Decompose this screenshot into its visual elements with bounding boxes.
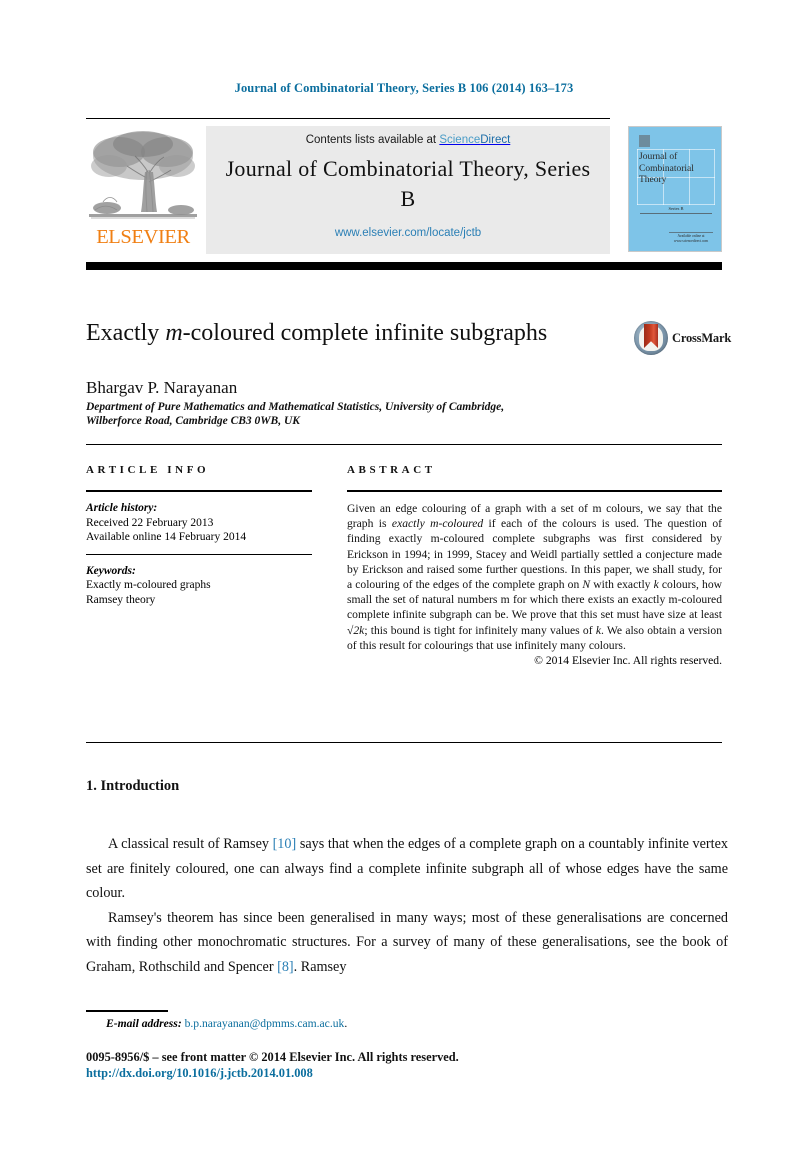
- article-history-received: Received 22 February 2013: [86, 516, 214, 529]
- keywords-label: Keywords:: [86, 564, 136, 577]
- citation-ref-8[interactable]: [8]: [277, 959, 294, 975]
- masthead-panel: Contents lists available at ScienceDirec…: [206, 126, 610, 254]
- email-link[interactable]: b.p.narayanan@dpmms.cam.ac.uk: [185, 1017, 345, 1030]
- abstract-part-3: with exactly: [590, 578, 654, 592]
- article-title: Exactly m-coloured complete infinite sub…: [86, 318, 606, 348]
- footnote-rule: [86, 1010, 168, 1012]
- cover-footer-divider: [669, 232, 713, 233]
- issn-copyright-line: 0095-8956/$ – see front matter © 2014 El…: [86, 1050, 459, 1064]
- abstract-emph-2: N: [582, 578, 591, 592]
- article-history-group: Article history: Received 22 February 20…: [86, 501, 312, 545]
- contents-prefix-text: Contents lists available at: [305, 134, 440, 146]
- elsevier-logo: ELSEVIER: [89, 126, 197, 252]
- abstract-part-5: ; this bound is tight for infinitely man…: [364, 623, 596, 637]
- crossmark-badge[interactable]: CrossMark: [634, 321, 731, 357]
- body-p2-text-b: . Ramsey: [293, 958, 347, 975]
- keyword-item-2: Ramsey theory: [86, 593, 156, 606]
- sciencedirect-link[interactable]: ScienceDirect: [439, 134, 510, 146]
- article-info-heading-rule: [86, 490, 312, 492]
- paper-page: Journal of Combinatorial Theory, Series …: [0, 0, 808, 1162]
- journal-cover-thumbnail: Journal of Combinatorial Theory Series B…: [628, 126, 722, 252]
- body-paragraph-1: A classical result of Ramsey [10] says t…: [86, 832, 728, 906]
- running-head: Journal of Combinatorial Theory, Series …: [234, 81, 574, 95]
- abstract-heading: ABSTRACT: [347, 464, 436, 476]
- article-history-online: Available online 14 February 2014: [86, 531, 247, 543]
- email-label: E-mail address:: [106, 1017, 182, 1030]
- footnote-email: E-mail address: b.p.narayanan@dpmms.cam.…: [106, 1017, 347, 1030]
- contents-available-line: Contents lists available at ScienceDirec…: [206, 134, 610, 146]
- section-heading-introduction: 1. Introduction: [86, 778, 180, 794]
- abstract-copyright: © 2014 Elsevier Inc. All rights reserved…: [534, 654, 722, 668]
- article-info-column: ARTICLE INFO Article history: Received 2…: [86, 464, 312, 607]
- keyword-item-1: Exactly m-coloured graphs: [86, 579, 211, 591]
- author-name: Bhargav P. Narayanan: [86, 378, 238, 397]
- cover-footer-text: Available online at www.sciencedirect.co…: [673, 234, 709, 243]
- article-history-label: Article history:: [86, 502, 158, 514]
- keywords-group: Keywords: Exactly m-coloured graphs Rams…: [86, 564, 312, 608]
- sciencedirect-direct-text: Direct: [480, 134, 511, 146]
- abstract-heading-rule: [347, 490, 722, 492]
- body-p2-text-a: Ramsey's theorem has since been generali…: [86, 909, 728, 975]
- article-title-pre: Exactly: [86, 320, 166, 346]
- article-info-divider: [86, 553, 312, 555]
- article-info-heading: ARTICLE INFO: [86, 464, 210, 476]
- cover-volume-text: Series B: [668, 206, 684, 211]
- elsevier-tree-icon: [89, 131, 197, 219]
- author-affiliation: Department of Pure Mathematics and Mathe…: [86, 401, 505, 427]
- cover-emblem-icon: [639, 135, 650, 147]
- masthead-thick-bar: [86, 262, 722, 270]
- sciencedirect-science-text: Science: [439, 134, 481, 146]
- email-period: .: [344, 1017, 348, 1030]
- affiliation-rule: [86, 444, 722, 445]
- abstract-emph-1: exactly m-coloured: [391, 517, 484, 531]
- crossmark-circle-icon: [634, 321, 668, 355]
- doi-link[interactable]: http://dx.doi.org/10.1016/j.jctb.2014.01…: [86, 1066, 313, 1081]
- journal-masthead: ELSEVIER Contents lists available at Sci…: [86, 118, 722, 258]
- cover-title-text: Journal of Combinatorial Theory: [639, 152, 694, 185]
- journal-title: Journal of Combinatorial Theory, Series …: [225, 156, 591, 211]
- article-title-variable: m: [165, 320, 183, 346]
- abstract-text: Given an edge colouring of a graph with …: [347, 501, 722, 653]
- body-text: A classical result of Ramsey [10] says t…: [86, 832, 728, 980]
- body-p1-text-a: A classical result of Ramsey: [108, 836, 273, 852]
- cover-divider: [640, 213, 712, 214]
- masthead-top-rule: [86, 118, 610, 119]
- body-paragraph-2: Ramsey's theorem has since been generali…: [86, 906, 728, 980]
- abstract-bottom-rule: [86, 742, 722, 743]
- citation-ref-10[interactable]: [10]: [273, 836, 297, 852]
- abstract-column: ABSTRACT Given an edge colouring of a gr…: [347, 464, 722, 667]
- journal-homepage-link[interactable]: www.elsevier.com/locate/jctb: [206, 227, 610, 239]
- crossmark-label: CrossMark: [672, 331, 732, 345]
- abstract-emph-4: √2k: [347, 623, 365, 637]
- elsevier-wordmark: ELSEVIER: [96, 226, 190, 248]
- article-title-post: -coloured complete infinite subgraphs: [182, 320, 548, 346]
